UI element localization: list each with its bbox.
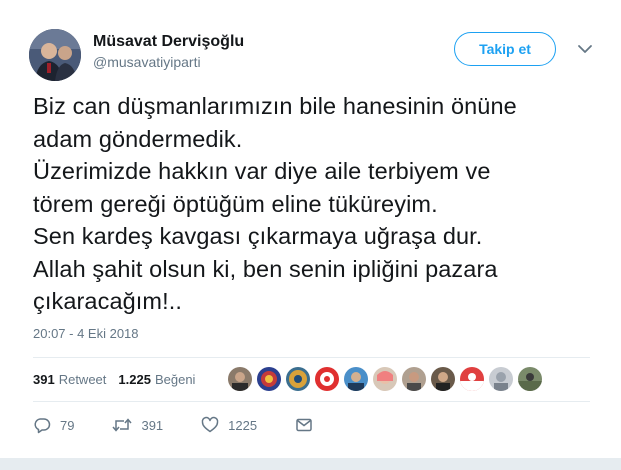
- message-action[interactable]: [295, 416, 322, 434]
- reply-icon: [34, 418, 51, 434]
- tweet-stats: 391 Retweet 1.225 Beğeni: [33, 372, 207, 387]
- retweet-action[interactable]: 391: [112, 416, 163, 434]
- like-stat-label: Beğeni: [154, 372, 196, 387]
- liker-avatar[interactable]: [402, 367, 426, 391]
- liker-avatar[interactable]: [431, 367, 455, 391]
- retweet-count: 391: [141, 417, 164, 433]
- reply-count: 79: [60, 417, 75, 433]
- bottom-bar: [0, 458, 621, 470]
- liker-avatar[interactable]: [518, 367, 542, 391]
- envelope-icon: [296, 418, 312, 432]
- tweet-actions: 79 391 1225: [33, 416, 360, 434]
- heart-icon: [201, 416, 219, 433]
- follow-button[interactable]: Takip et: [454, 32, 556, 66]
- like-stat[interactable]: 1.225 Beğeni: [118, 372, 195, 387]
- like-action[interactable]: 1225: [201, 416, 257, 434]
- divider-bottom: [33, 401, 590, 402]
- author-name[interactable]: Müsavat Dervişoğlu: [93, 33, 244, 51]
- liker-avatar[interactable]: [373, 367, 397, 391]
- like-stat-count: 1.225: [118, 372, 151, 387]
- divider-top: [33, 357, 590, 358]
- liker-avatar[interactable]: [489, 367, 513, 391]
- author-handle[interactable]: @musavatiyiparti: [93, 54, 201, 70]
- liker-avatar[interactable]: [228, 367, 252, 391]
- retweet-stat-count: 391: [33, 372, 55, 387]
- tweet-timestamp[interactable]: 20:07 - 4 Eki 2018: [33, 326, 139, 341]
- tweet-text: Biz can düşmanlarımızın bile hanesinin ö…: [33, 93, 517, 314]
- retweet-icon: [112, 418, 133, 432]
- chevron-down-icon[interactable]: [576, 40, 594, 58]
- liker-avatar[interactable]: [286, 367, 310, 391]
- liker-avatar[interactable]: [344, 367, 368, 391]
- like-count: 1225: [228, 417, 258, 433]
- author-avatar[interactable]: [29, 29, 81, 81]
- retweet-stat-label: Retweet: [58, 372, 107, 387]
- retweet-stat[interactable]: 391 Retweet: [33, 372, 106, 387]
- reply-action[interactable]: 79: [33, 416, 74, 434]
- liker-avatar[interactable]: [315, 367, 339, 391]
- liker-avatar[interactable]: [460, 367, 484, 391]
- liker-avatar[interactable]: [257, 367, 281, 391]
- liker-avatars: [228, 367, 547, 391]
